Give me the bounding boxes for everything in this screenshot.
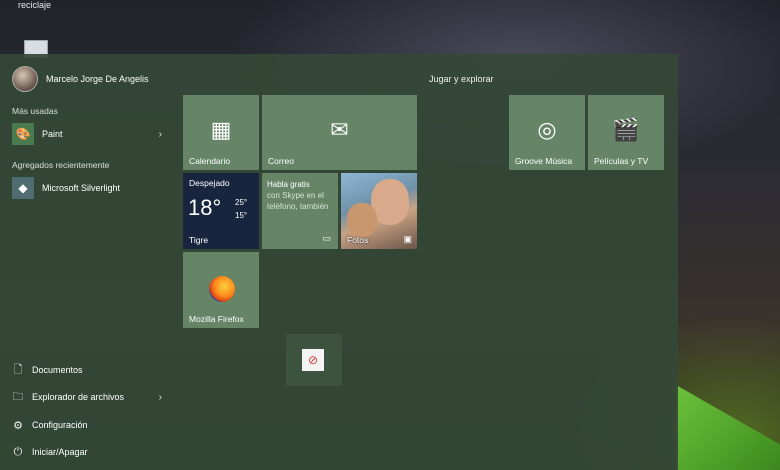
skype-title: Habla gratis: [267, 180, 310, 189]
weather-temperature: 18°: [188, 195, 222, 220]
tile-label: Correo: [268, 156, 294, 166]
most-used-header: Más usadas: [12, 106, 58, 116]
power-label: Iniciar/Apagar: [32, 447, 88, 457]
tile-weather[interactable]: Despejado 18° 25° 15° Tigre: [183, 173, 259, 249]
paint-icon: 🎨: [12, 123, 34, 145]
photo-image: [347, 203, 377, 237]
tile-blocked-app[interactable]: ⊘: [286, 334, 342, 386]
settings-item[interactable]: ⚙ Configuración: [12, 415, 162, 435]
tile-firefox[interactable]: Mozilla Firefox: [183, 252, 259, 328]
documents-item[interactable]: 🗋 Documentos: [12, 360, 162, 380]
group-title-play-explore: Jugar y explorar: [429, 74, 494, 84]
tile-calendar[interactable]: ▦ Calendario: [183, 95, 259, 170]
skype-message: Habla gratis con Skype en el teléfono, t…: [267, 179, 333, 212]
power-icon: ⏻: [13, 445, 23, 458]
mail-icon: ✉: [330, 117, 349, 142]
recently-added-header: Agregados recientemente: [12, 160, 110, 170]
tile-label: Calendario: [189, 156, 231, 166]
power-item[interactable]: ⏻ Iniciar/Apagar: [12, 442, 162, 462]
weather-location: Tigre: [189, 235, 209, 245]
folder-icon: 🗀: [12, 390, 24, 403]
blocked-icon: ⊘: [302, 349, 324, 371]
gear-icon: ⚙: [13, 419, 23, 432]
document-icon: 🗋: [13, 363, 23, 376]
tile-label: Películas y TV: [594, 156, 649, 166]
user-name: Marcelo Jorge De Angelis: [46, 74, 149, 84]
start-menu-left-column: Marcelo Jorge De Angelis Más usadas 🎨 Pa…: [0, 54, 175, 470]
silverlight-icon: ◆: [12, 177, 34, 199]
music-disc-icon: ◎: [537, 117, 557, 142]
avatar: [12, 66, 38, 92]
desktop-recycle-label[interactable]: reciclaje: [18, 0, 51, 10]
start-menu: Marcelo Jorge De Angelis Más usadas 🎨 Pa…: [0, 54, 678, 470]
documents-label: Documentos: [32, 365, 83, 375]
tile-mail[interactable]: ✉ Correo: [262, 95, 417, 170]
tile-label: Groove Música: [515, 156, 573, 166]
file-explorer-label: Explorador de archivos: [32, 392, 125, 402]
tile-label: Mozilla Firefox: [189, 314, 244, 324]
firefox-icon: [209, 276, 235, 302]
file-explorer-item[interactable]: 🗀 Explorador de archivos ›: [12, 387, 163, 407]
chevron-right-icon[interactable]: ›: [159, 392, 162, 403]
user-account[interactable]: Marcelo Jorge De Angelis: [12, 66, 149, 92]
calendar-icon: ▦: [210, 117, 232, 142]
tile-photos[interactable]: Fotos ▣: [341, 173, 417, 249]
chevron-right-icon[interactable]: ›: [159, 129, 162, 140]
weather-condition: Despejado: [189, 178, 230, 188]
clapperboard-icon: 🎬: [612, 117, 640, 142]
app-item-label: Microsoft Silverlight: [42, 183, 121, 193]
app-item-silverlight[interactable]: ◆ Microsoft Silverlight: [12, 176, 162, 200]
weather-low: 15°: [235, 211, 248, 220]
settings-label: Configuración: [32, 420, 88, 430]
tent-background: [676, 385, 780, 470]
weather-high: 25°: [235, 198, 248, 207]
app-item-label: Paint: [42, 129, 63, 139]
tile-groove-music[interactable]: ◎ Groove Música: [509, 95, 585, 170]
phone-icon: ▭: [322, 233, 331, 243]
skype-body: con Skype en el teléfono, también: [267, 191, 329, 211]
photos-icon: ▣: [403, 234, 412, 244]
tile-movies-tv[interactable]: 🎬 Películas y TV: [588, 95, 664, 170]
tile-skype[interactable]: Habla gratis con Skype en el teléfono, t…: [262, 173, 338, 249]
app-item-paint[interactable]: 🎨 Paint ›: [12, 122, 162, 146]
tile-label: Fotos: [347, 235, 369, 245]
